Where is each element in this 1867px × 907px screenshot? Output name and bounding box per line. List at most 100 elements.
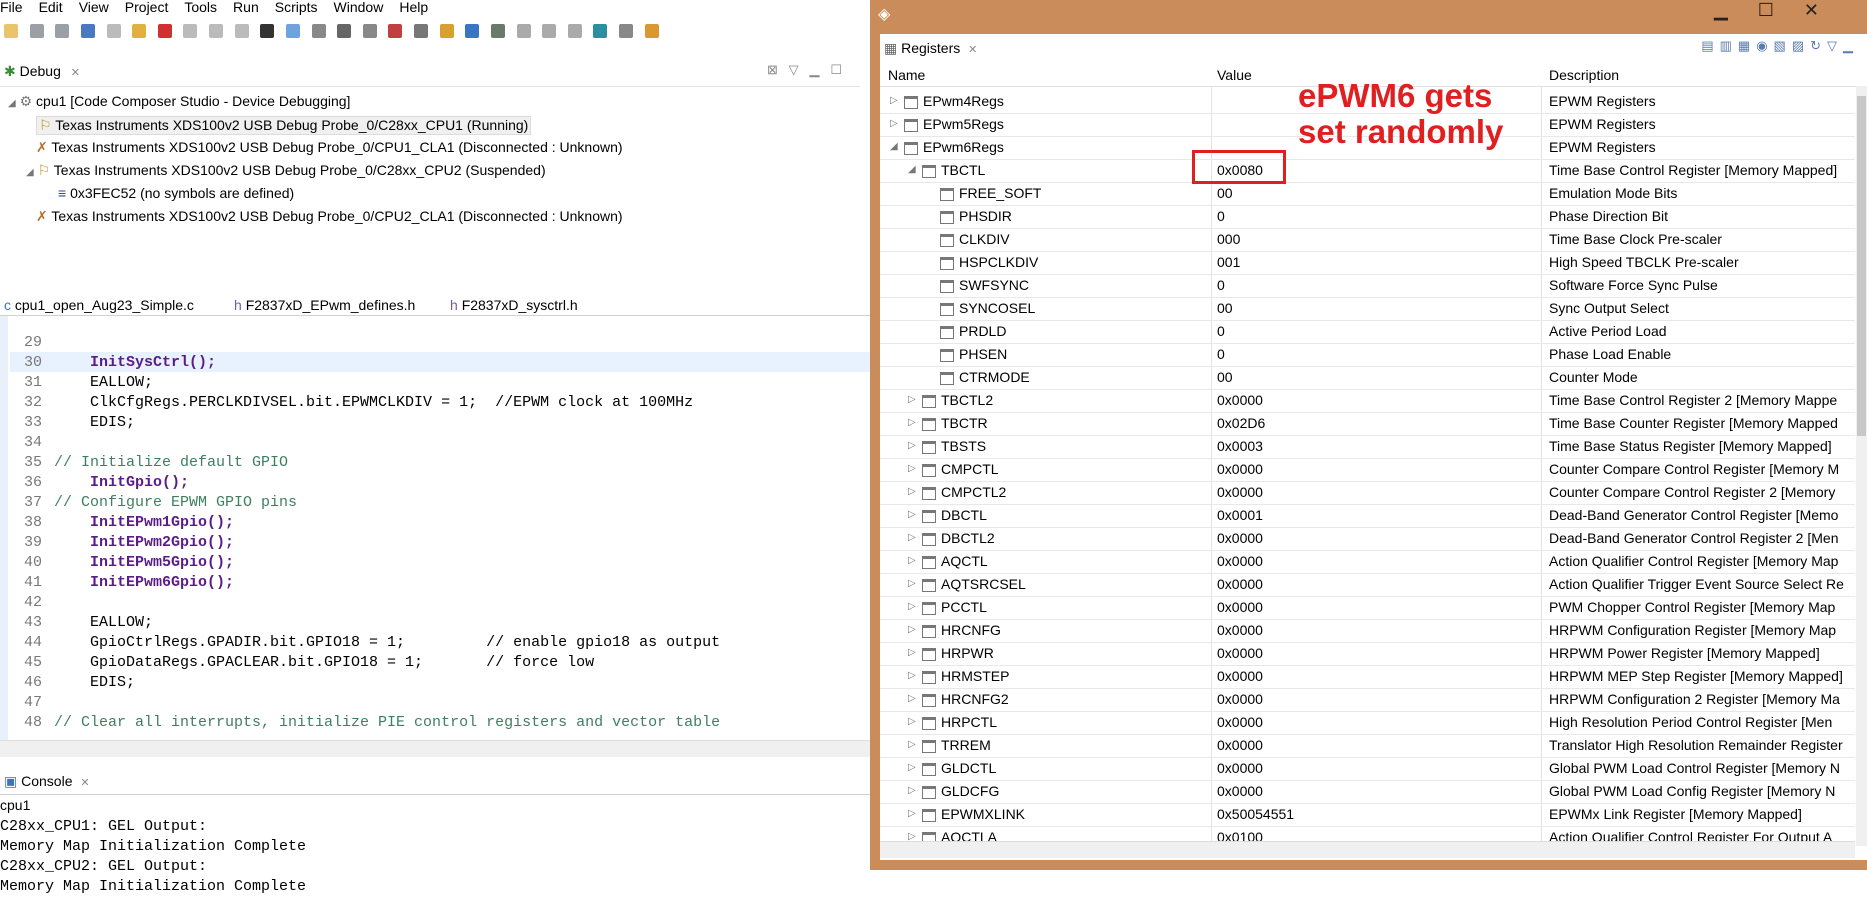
close-icon[interactable]: ✕ [71,67,80,79]
expand-icon[interactable]: ▷ [908,486,922,497]
code-line[interactable]: 33 EDIS; [14,413,135,433]
debug-target-cla1[interactable]: ✗ Texas Instruments XDS100v2 USB Debug P… [36,139,623,156]
code-line[interactable]: 41 InitEPwm6Gpio(); [14,573,234,593]
expand-icon[interactable]: ▷ [908,624,922,635]
register-value[interactable]: 0x0000 [1217,530,1263,546]
debug-target-cpu2-cla1[interactable]: ✗ Texas Instruments XDS100v2 USB Debug P… [36,208,623,225]
register-value[interactable]: 0x0000 [1217,783,1263,799]
register-value[interactable]: 0x0001 [1217,507,1263,523]
expand-icon[interactable]: ▷ [908,532,922,543]
collapse-icon[interactable]: ◢ [890,141,904,152]
search-icon[interactable] [593,24,608,38]
resume-icon[interactable] [106,24,121,38]
wrench-icon[interactable] [567,24,582,38]
expand-icon[interactable]: ▷ [908,463,922,474]
column-header-name[interactable]: Name [888,67,925,83]
register-value[interactable]: 0 [1217,277,1225,293]
menu-edit[interactable]: Edit [39,0,63,15]
register-value[interactable]: 0x0000 [1217,714,1263,730]
register-row[interactable]: PHSEN 0 Phase Load Enable [880,343,1855,367]
register-value[interactable]: 0x0000 [1217,599,1263,615]
register-value[interactable]: 0x0000 [1217,737,1263,753]
code-line[interactable]: 34 [14,433,54,453]
register-row[interactable]: ▷ EPWMXLINK 0x50054551 EPWMx Link Register … [880,803,1855,827]
breakpoint-icon[interactable] [388,24,403,38]
step-over-icon[interactable] [209,24,223,38]
editor-tab-main-c[interactable]: c cpu1_open_Aug23_Simple.c [4,297,194,313]
close-icon[interactable]: ✕ [80,777,89,789]
register-row[interactable]: ▷ HRPCTL 0x0000 High Resolution Period Cont… [880,711,1855,735]
debug-target-cpu2[interactable]: ◢ ⚐ Texas Instruments XDS100v2 USB Debug… [26,162,546,179]
register-row[interactable]: ▷ DBCTL2 0x0000 Dead-Band Generator Control… [880,527,1855,551]
code-line[interactable]: 44 GpioCtrlRegs.GPADIR.bit.GPIO18 = 1; /… [14,633,720,653]
register-row[interactable]: ▷ HRPWR 0x0000 HRPWM Power Register [Memory… [880,642,1855,666]
register-value[interactable]: 0x0003 [1217,438,1263,454]
register-row[interactable]: ▷ CMPCTL2 0x0000 Counter Compare Control Re… [880,481,1855,505]
expand-icon[interactable]: ▷ [908,808,922,819]
code-line[interactable]: 43 EALLOW; [14,613,153,633]
code-line[interactable]: 39 InitEPwm2Gpio(); [14,533,234,553]
expand-icon[interactable]: ▷ [908,762,922,773]
register-value[interactable]: 00 [1217,185,1233,201]
register-value[interactable]: 0 [1217,208,1225,224]
expand-icon[interactable]: ▷ [908,647,922,658]
register-row[interactable]: ▷ AQTSRCSEL 0x0000 Action Qualifier Trigger… [880,573,1855,597]
register-value[interactable]: 0x50054551 [1217,806,1294,822]
code-line[interactable]: 48 // Clear all interrupts, initialize PI… [14,713,720,733]
terminate-icon[interactable] [157,24,172,38]
code-line[interactable]: 46 EDIS; [14,673,135,693]
refresh-icon[interactable] [516,24,531,38]
menu-scripts[interactable]: Scripts [275,0,318,15]
register-row[interactable]: ▷ TBSTS 0x0003 Time Base Status Register [M… [880,435,1855,459]
registers-vertical-scrollbar[interactable] [1856,86,1867,846]
code-line[interactable]: 38 InitEPwm1Gpio(); [14,513,234,533]
editor-horizontal-scrollbar[interactable] [0,740,870,757]
expand-icon[interactable]: ▷ [908,578,922,589]
code-line[interactable]: 40 InitEPwm5Gpio(); [14,553,234,573]
register-row[interactable]: PHSDIR 0 Phase Direction Bit [880,205,1855,229]
register-value[interactable]: 0x0000 [1217,668,1263,684]
menu-window[interactable]: Window [334,0,384,15]
register-value[interactable]: 0x02D6 [1217,415,1265,431]
register-value[interactable]: 00 [1217,300,1233,316]
expand-icon[interactable]: ▷ [908,716,922,727]
view-menu-controls[interactable]: ⊠ ▽ ▁ ☐ [767,62,842,78]
debug-icon[interactable] [465,24,480,38]
code-line[interactable]: 36 InitGpio(); [14,473,189,493]
register-value[interactable]: 001 [1217,254,1240,270]
perspective-icon[interactable] [619,24,633,38]
register-row[interactable]: ◢ TBCTL 0x0080 Time Base Control Register [… [880,159,1855,183]
grid-icon[interactable] [260,24,275,38]
register-value[interactable]: 000 [1217,231,1240,247]
register-row[interactable]: ▷ DBCTL 0x0001 Dead-Band Generator Control … [880,504,1855,528]
expand-icon[interactable]: ▷ [908,440,922,451]
register-row[interactable]: ▷ TBCTL2 0x0000 Time Base Control Register … [880,389,1855,413]
suspend-icon[interactable] [132,24,147,38]
menu-tools[interactable]: Tools [184,0,217,15]
expand-icon[interactable]: ▷ [908,417,922,428]
register-row[interactable]: FREE_SOFT 00 Emulation Mode Bits [880,182,1855,206]
register-value[interactable]: 0x0000 [1217,645,1263,661]
column-header-description[interactable]: Description [1549,67,1619,83]
register-value[interactable]: 0x0000 [1217,461,1263,477]
menu-project[interactable]: Project [125,0,169,15]
load-icon[interactable] [414,24,428,38]
redo-icon[interactable] [542,24,557,38]
registers-tab[interactable]: ▦ Registers ✕ [884,40,977,57]
step-return-icon[interactable] [234,24,249,38]
register-row[interactable]: ▷ HRMSTEP 0x0000 HRPWM MEP Step Register [M… [880,665,1855,689]
register-row[interactable]: ▷ GLDCFG 0x0000 Global PWM Load Config Regi… [880,780,1855,804]
menu-run[interactable]: Run [233,0,259,15]
debug-root-item[interactable]: ◢ ⚙ cpu1 [Code Composer Studio - Device … [8,93,350,110]
register-row[interactable]: ▷ PCCTL 0x0000 PWM Chopper Control Register… [880,596,1855,620]
clock-icon[interactable] [362,24,377,38]
external-tools-icon[interactable] [644,24,659,38]
step-into-icon[interactable] [183,24,198,38]
register-value[interactable]: 0x0000 [1217,691,1263,707]
expand-icon[interactable]: ▷ [890,118,904,129]
register-row[interactable]: ▷ TBCTR 0x02D6 Time Base Counter Register [… [880,412,1855,436]
expand-icon[interactable]: ▷ [908,739,922,750]
build-icon[interactable] [337,24,352,38]
registers-toolbar[interactable]: ▤▥▦◉▧▨↻▽▁ [1701,38,1859,54]
register-row[interactable]: ▷ TRREM 0x0000 Translator High Resolution R… [880,734,1855,758]
